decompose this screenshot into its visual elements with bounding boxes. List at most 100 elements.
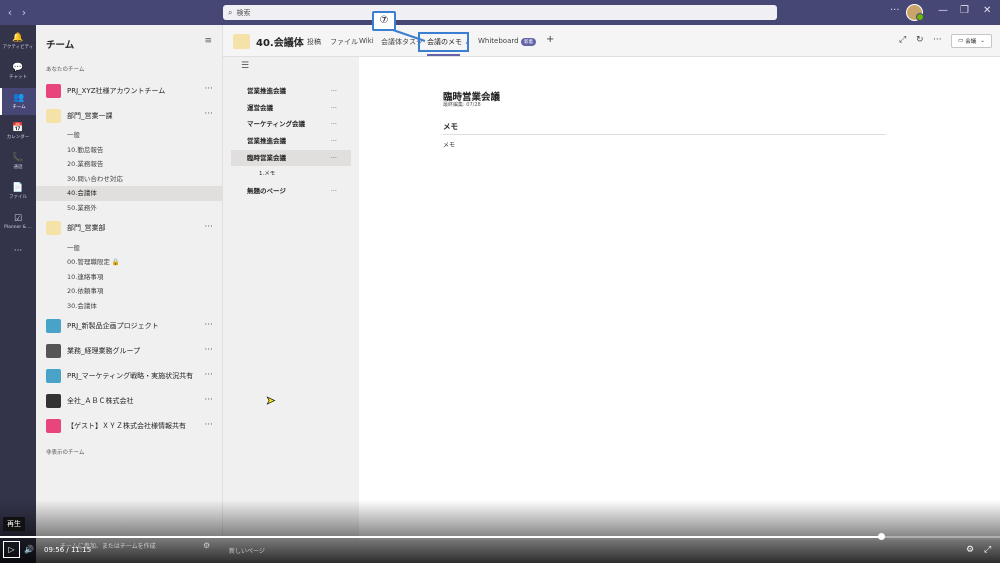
rail-item[interactable]: 👥 チーム: [0, 88, 36, 115]
channel-item[interactable]: 10.連絡事項: [36, 270, 223, 285]
chevron-down-icon: ⌄: [980, 38, 985, 44]
team-item[interactable]: 【ゲスト】ＸＹＺ株式会社様情報共有 ···: [36, 414, 223, 439]
minimize-icon[interactable]: —: [938, 5, 948, 16]
rail-item[interactable]: 📞 通話: [0, 148, 36, 175]
maximize-icon[interactable]: ❐: [960, 5, 969, 16]
team-name: 全社_ＡＢＣ株式会社: [67, 397, 134, 406]
team-logo: [46, 108, 61, 123]
more-icon[interactable]: ···: [933, 35, 942, 45]
page-more-icon[interactable]: ···: [331, 183, 337, 200]
team-item[interactable]: 部門_営業部 ···: [36, 216, 223, 241]
team-name: PRJ_XYZ社様アカウントチーム: [67, 86, 166, 95]
channel-item[interactable]: 30.問い合わせ対応: [36, 172, 223, 187]
team-item[interactable]: PRJ_マーケティング戦略・実施状況共有 ···: [36, 364, 223, 389]
page-more-icon[interactable]: ···: [331, 116, 337, 133]
rail-icon: 👥: [13, 93, 25, 103]
channel-item[interactable]: 20.依頼事項: [36, 284, 223, 299]
playback-time: 09:56 / 11:15: [44, 546, 92, 554]
rail-icon: ☑: [13, 213, 23, 224]
team-more-icon[interactable]: ···: [204, 222, 213, 232]
page-item[interactable]: 営業推進会議 ···: [231, 133, 351, 150]
add-tab-button[interactable]: +: [546, 34, 554, 45]
rail-label: Planner & ...: [4, 224, 32, 230]
rail-item[interactable]: 📄 ファイル: [0, 178, 36, 205]
settings-gear-icon[interactable]: ⚙: [203, 541, 210, 550]
meet-button[interactable]: ▭ 会議 ⌄: [951, 34, 992, 48]
team-more-icon[interactable]: ···: [204, 84, 213, 94]
rail-label: 通話: [13, 165, 23, 170]
close-icon[interactable]: ✕: [983, 5, 991, 16]
new-page-button[interactable]: 新しいページ: [229, 546, 265, 555]
page-label: 無題のページ: [247, 187, 286, 196]
refresh-icon[interactable]: ↻: [916, 35, 924, 45]
tab-files[interactable]: ファイル: [330, 37, 358, 47]
team-item[interactable]: PRJ_XYZ社様アカウントチーム ···: [36, 78, 223, 103]
channel-item[interactable]: 50.業務外: [36, 201, 223, 216]
mouse-cursor-icon: ➤: [266, 394, 276, 408]
seek-bar[interactable]: [0, 533, 1000, 540]
new-badge: 新着: [521, 38, 536, 46]
team-logo: [46, 344, 61, 359]
team-item[interactable]: 全社_ＡＢＣ株式会社 ···: [36, 389, 223, 414]
page-more-icon[interactable]: ···: [331, 133, 337, 150]
team-more-icon[interactable]: ···: [204, 109, 213, 119]
play-button[interactable]: ▷: [3, 541, 20, 558]
team-more-icon[interactable]: ···: [204, 395, 213, 405]
forward-arrow-icon[interactable]: ›: [18, 6, 30, 19]
rail-label: ファイル: [9, 195, 27, 200]
team-more-icon[interactable]: ···: [204, 420, 213, 430]
more-options-icon[interactable]: ···: [890, 5, 900, 16]
teams-title: チーム: [46, 40, 75, 51]
page-label: 運営会議: [247, 103, 273, 112]
rail-item[interactable]: 🔔 アクティビティ: [0, 28, 36, 55]
search-input[interactable]: ⌕ 検索: [223, 5, 777, 20]
last-edited: 最終編集: 07/28: [443, 102, 481, 108]
rail-item[interactable]: ···: [0, 238, 36, 265]
page-item[interactable]: マーケティング会議 ···: [231, 116, 351, 133]
channel-item[interactable]: 00.管理職限定 🔒: [36, 255, 223, 270]
team-more-icon[interactable]: ···: [204, 370, 213, 380]
menu-icon[interactable]: ☰: [241, 61, 249, 71]
channel-item[interactable]: 一般: [36, 241, 223, 256]
team-more-icon[interactable]: ···: [204, 345, 213, 355]
filter-icon[interactable]: ≡: [204, 36, 212, 46]
page-item[interactable]: 無題のページ ···: [231, 183, 351, 200]
hidden-teams-label[interactable]: 非表示のチーム: [46, 448, 84, 456]
document-area[interactable]: 臨時営業会議 最終編集: 07/28 メモ メモ: [359, 57, 1000, 540]
avatar[interactable]: [906, 4, 924, 21]
page-more-icon[interactable]: ···: [331, 150, 337, 167]
channel-item[interactable]: 30.会議体: [36, 299, 223, 314]
document-body[interactable]: メモ: [443, 140, 455, 149]
tab-whiteboard[interactable]: Whiteboard: [478, 37, 519, 45]
rail-item[interactable]: ☑ Planner & ...: [0, 208, 36, 235]
page-item[interactable]: 運営会議 ···: [231, 100, 351, 117]
page-item[interactable]: 営業推進会議 ···: [231, 83, 351, 100]
page-item-selected[interactable]: 臨時営業会議 ···: [231, 149, 351, 167]
volume-icon[interactable]: 🔊: [24, 545, 34, 554]
rail-item[interactable]: 💬 チャット: [0, 58, 36, 85]
page-label: 営業推進会議: [247, 137, 286, 146]
expand-icon[interactable]: ⤢: [899, 35, 906, 45]
fullscreen-icon[interactable]: ⤢: [984, 545, 991, 555]
team-more-icon[interactable]: ···: [204, 320, 213, 330]
team-item[interactable]: 部門_営業一課 ···: [36, 103, 223, 128]
page-list: 営業推進会議 ··· 運営会議 ··· マーケティング会議 ··· 営業推進会議 ···…: [231, 83, 351, 200]
team-logo: [46, 221, 61, 236]
channel-item[interactable]: 一般: [36, 128, 223, 143]
team-item[interactable]: PRJ_新製品企画プロジェクト ···: [36, 314, 223, 339]
tab-wiki[interactable]: Wiki: [359, 37, 374, 45]
back-arrow-icon[interactable]: ‹: [4, 6, 16, 19]
seek-handle[interactable]: [878, 533, 885, 540]
channel-item[interactable]: 40.会議体: [36, 186, 223, 201]
page-more-icon[interactable]: ···: [331, 100, 337, 117]
subpage-item[interactable]: 1.メモ: [231, 166, 351, 183]
teams-panel: チーム ≡ あなたのチーム PRJ_XYZ社様アカウントチーム ··· 部門_営業一…: [36, 25, 223, 540]
team-item[interactable]: 業務_経理業務グループ ···: [36, 339, 223, 364]
title-bar: ‹ › ⌕ 検索 ··· — ❐ ✕: [0, 0, 1000, 25]
video-settings-icon[interactable]: ⚙: [966, 545, 974, 555]
rail-item[interactable]: 📅 カレンダー: [0, 118, 36, 145]
page-more-icon[interactable]: ···: [331, 83, 337, 100]
channel-item[interactable]: 10.勤怠報告: [36, 143, 223, 158]
channel-item[interactable]: 20.業務報告: [36, 157, 223, 172]
tab-posts[interactable]: 投稿: [307, 37, 321, 47]
